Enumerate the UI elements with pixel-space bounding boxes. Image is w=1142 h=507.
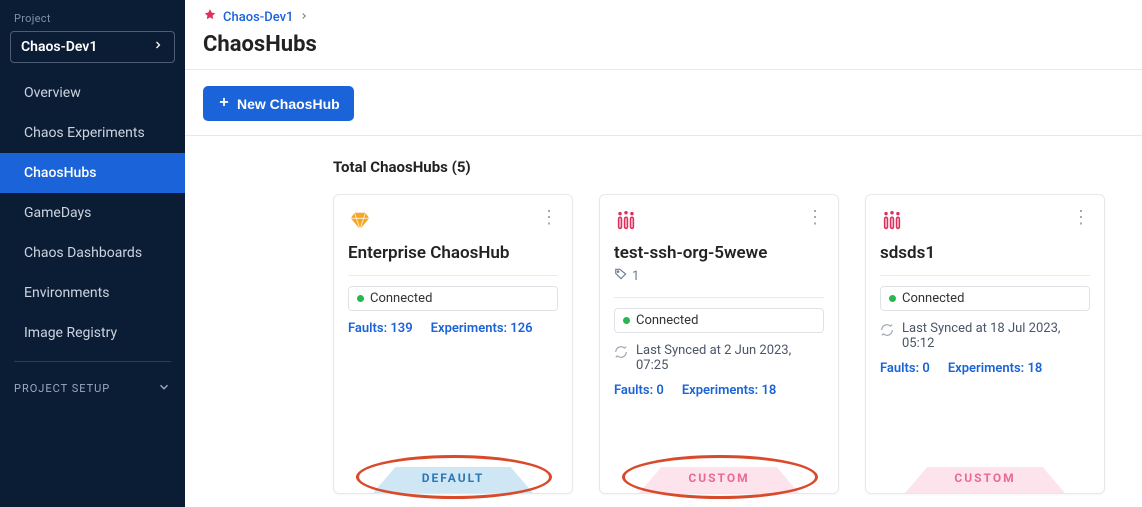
cards-container: ⋮ Enterprise ChaosHub Connected Faults: … [333,194,1124,494]
sync-text: Last Synced at 18 Jul 2023, 05:12 [902,321,1090,351]
faults-link[interactable]: Faults: 0 [880,361,930,376]
chaoshub-card[interactable]: ⋮ sdsds1 Connected Last Synced at 18 Jul… [865,194,1105,494]
footer-badge: DEFAULT [422,471,485,485]
sync-icon [880,323,894,341]
kebab-menu-icon[interactable]: ⋮ [540,209,558,227]
sidebar-item-experiments[interactable]: Chaos Experiments [0,113,185,153]
project-selector[interactable]: Chaos-Dev1 [10,31,175,63]
chevron-right-icon [299,10,309,25]
footer-badge: CUSTOM [688,471,749,485]
card-footer: CUSTOM [880,461,1090,493]
status-dot-icon [889,295,896,302]
status-text: Connected [636,313,698,328]
faults-link[interactable]: Faults: 139 [348,321,413,336]
toolbar: New ChaosHub [185,70,1142,136]
experiments-link[interactable]: Experiments: 18 [682,383,777,398]
card-title: Enterprise ChaosHub [348,243,558,263]
sidebar-item-environments[interactable]: Environments [0,273,185,313]
sync-row: Last Synced at 2 Jun 2023, 07:25 [614,343,824,373]
chevron-right-icon [152,39,164,55]
experiments-link[interactable]: Experiments: 18 [948,361,1043,376]
sync-icon [614,345,628,363]
main-content: Chaos-Dev1 ChaosHubs New ChaosHub Total … [185,0,1142,507]
sync-text: Last Synced at 2 Jun 2023, 07:25 [636,343,824,373]
chaos-icon [203,8,217,26]
card-footer: CUSTOM [614,461,824,493]
status-dot-icon [357,295,364,302]
faults-link[interactable]: Faults: 0 [614,383,664,398]
chaoshub-card[interactable]: ⋮ Enterprise ChaosHub Connected Faults: … [333,194,573,494]
plus-icon [217,95,231,112]
status-dot-icon [623,317,630,324]
test-tubes-icon [880,209,904,233]
new-button-label: New ChaosHub [237,96,340,112]
breadcrumb: Chaos-Dev1 [185,0,1142,26]
gem-icon [348,209,372,233]
status-badge: Connected [614,308,824,333]
sidebar-item-overview[interactable]: Overview [0,73,185,113]
tag-icon [614,267,628,285]
page-title: ChaosHubs [185,26,1142,69]
divider [14,361,171,362]
footer-badge: CUSTOM [954,471,1015,485]
project-setup-toggle[interactable]: PROJECT SETUP [0,370,185,407]
sidebar: Project Chaos-Dev1 Overview Chaos Experi… [0,0,185,507]
sidebar-item-chaoshubs[interactable]: ChaosHubs [0,153,185,193]
status-text: Connected [902,291,964,306]
new-chaoshub-button[interactable]: New ChaosHub [203,86,354,121]
sidebar-item-dashboards[interactable]: Chaos Dashboards [0,233,185,273]
project-name: Chaos-Dev1 [21,39,97,55]
status-text: Connected [370,291,432,306]
total-chaoshubs-label: Total ChaosHubs (5) [333,158,1124,176]
kebab-menu-icon[interactable]: ⋮ [1072,209,1090,227]
kebab-menu-icon[interactable]: ⋮ [806,209,824,227]
status-badge: Connected [348,286,558,311]
status-badge: Connected [880,286,1090,311]
sidebar-item-gamedays[interactable]: GameDays [0,193,185,233]
card-title: test-ssh-org-5wewe [614,243,824,263]
chevron-down-icon [157,380,171,397]
content: Total ChaosHubs (5) ⋮ Enterprise ChaosHu… [185,136,1142,494]
tag-row: 1 [614,267,824,285]
sync-row: Last Synced at 18 Jul 2023, 05:12 [880,321,1090,351]
project-setup-label: PROJECT SETUP [14,382,110,395]
tag-count: 1 [632,269,639,284]
nav-list: Overview Chaos Experiments ChaosHubs Gam… [0,73,185,353]
sidebar-item-image-registry[interactable]: Image Registry [0,313,185,353]
experiments-link[interactable]: Experiments: 126 [431,321,533,336]
chaoshub-card[interactable]: ⋮ test-ssh-org-5wewe 1 Connected [599,194,839,494]
test-tubes-icon [614,209,638,233]
card-title: sdsds1 [880,243,1090,263]
card-footer: DEFAULT [348,461,558,493]
sidebar-section-label: Project [0,8,185,29]
breadcrumb-root[interactable]: Chaos-Dev1 [223,10,293,25]
page-header: Chaos-Dev1 ChaosHubs [185,0,1142,70]
